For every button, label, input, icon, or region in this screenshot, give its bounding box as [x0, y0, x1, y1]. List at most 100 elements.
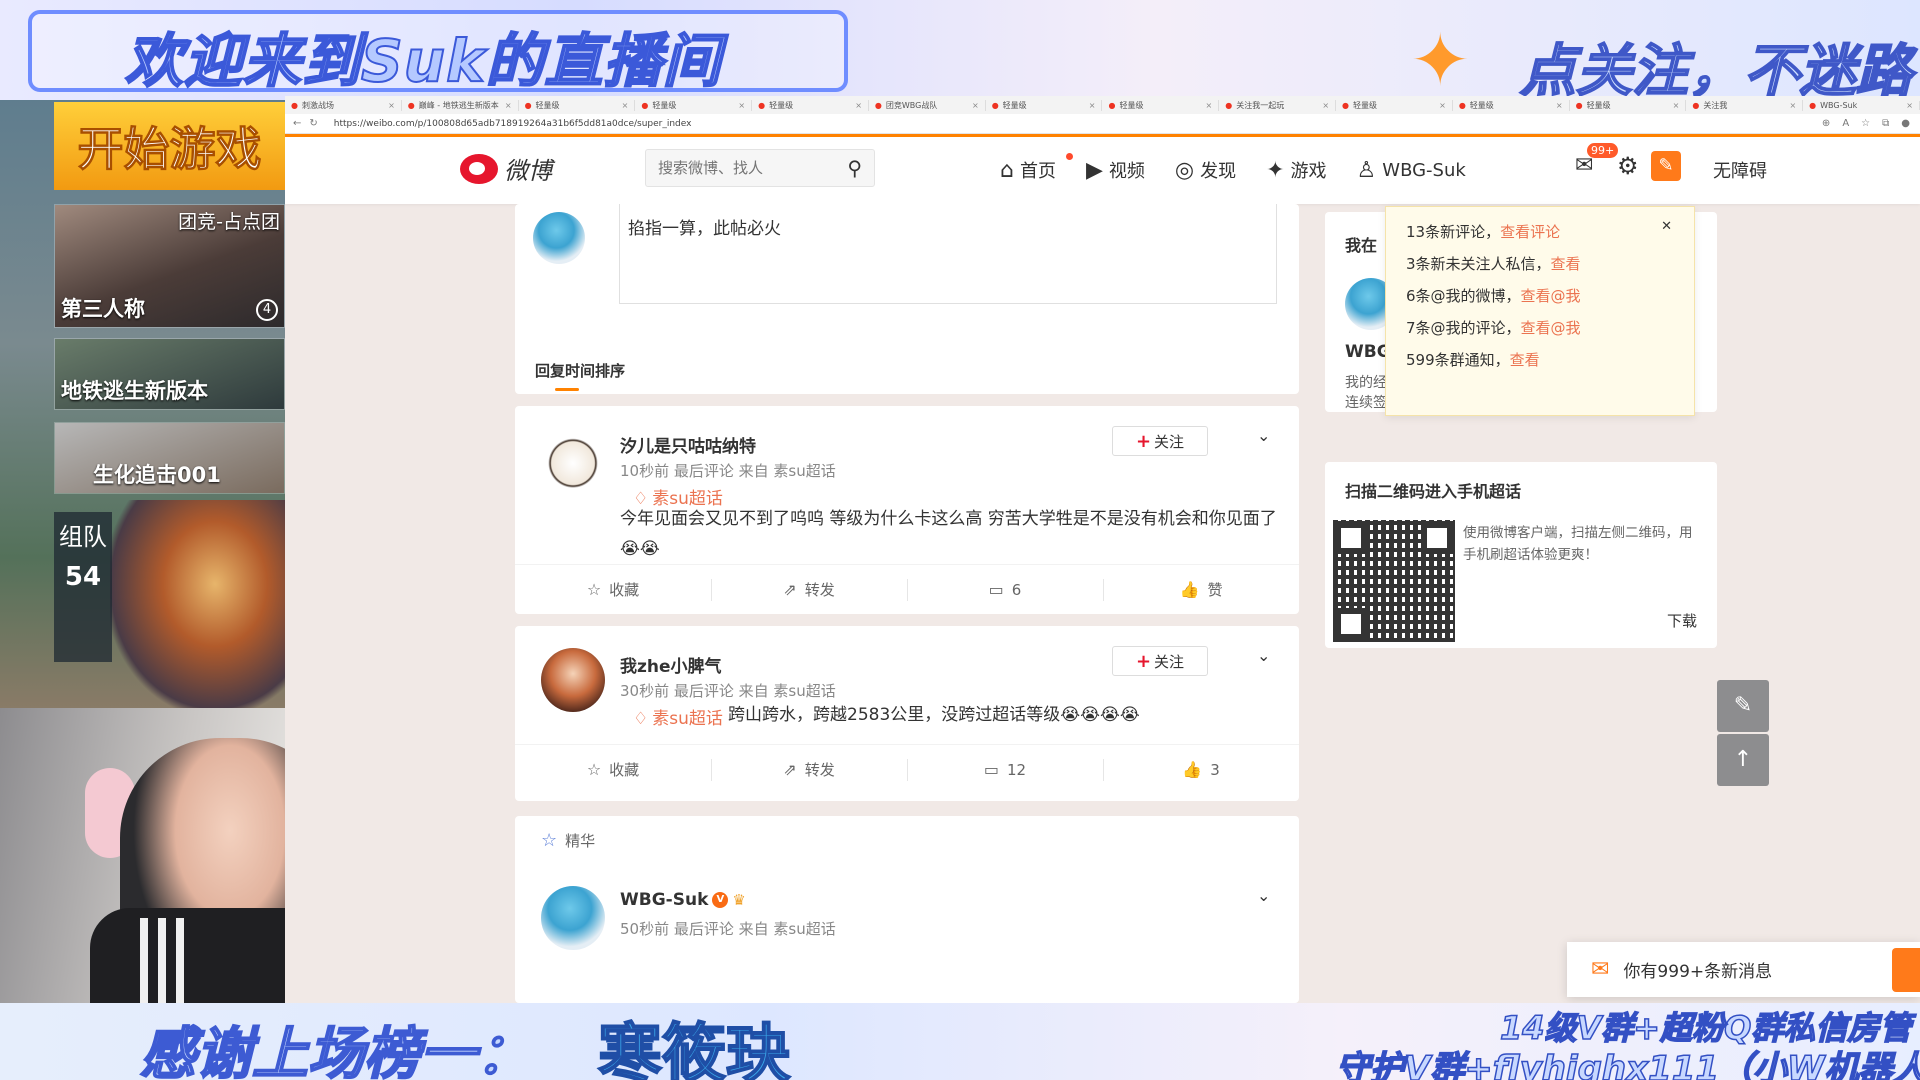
sort-by-reply-time[interactable]: 回复时间排序 [535, 360, 625, 381]
post-meta: 50秒前 最后评论 来自 素su超话 [620, 920, 836, 938]
avatar[interactable] [541, 428, 605, 492]
bookmark-icon[interactable]: ☆ [1861, 118, 1870, 129]
browser-tab[interactable]: ● 轻量级 × [1453, 99, 1570, 111]
mode-card-zombie[interactable]: 生化追击001 [54, 422, 285, 494]
follow-button[interactable]: + 关注 [1112, 426, 1208, 456]
nav-discover[interactable]: ◎ 发现 [1175, 157, 1236, 183]
chevron-down-icon[interactable]: ⌄ [1257, 646, 1270, 665]
favorite-button[interactable]: ☆ 收藏 [515, 565, 711, 614]
edit-float-button[interactable]: ✎ [1717, 680, 1769, 732]
profile-icon[interactable]: ● [1901, 118, 1910, 129]
nav-video[interactable]: ▶ 视频 [1086, 157, 1145, 183]
refresh-icon[interactable]: ↻ [309, 118, 317, 129]
browser-tab[interactable]: ● WBG-Suk × [1803, 100, 1920, 110]
browser-tab[interactable]: ● 刺激战场 × [285, 99, 402, 111]
chevron-down-icon[interactable]: ⌄ [1257, 426, 1270, 445]
browser-tab[interactable]: ● 轻量级 × [986, 99, 1103, 111]
thumb-up-icon: 👍 [1179, 580, 1200, 599]
close-icon[interactable]: × [1906, 101, 1913, 110]
start-game-button[interactable]: 开始游戏 [54, 102, 285, 190]
mode-card-third-person[interactable]: 团竞-占点团 第三人称 4 [54, 204, 285, 328]
notification-link[interactable]: 查看@我 [1521, 287, 1581, 305]
new-message-popup[interactable]: ✉ 你有999+条新消息 [1567, 942, 1920, 997]
browser-tab[interactable]: ● 轻量级 × [752, 99, 869, 111]
url-field[interactable]: https://weibo.com/p/100808d65adb71891926… [334, 119, 692, 129]
post-meta: 10秒前 最后评论 来自 素su超话 [620, 462, 836, 480]
close-icon[interactable]: × [1556, 101, 1563, 110]
close-icon[interactable]: × [972, 101, 979, 110]
browser-tab[interactable]: ● 轻量级 × [635, 99, 753, 111]
close-icon[interactable]: × [622, 101, 629, 110]
browser-tab[interactable]: ● 轻量级 × [1570, 99, 1687, 111]
search-icon[interactable]: ⚲ [847, 156, 862, 180]
nav-game[interactable]: ✦ 游戏 [1266, 157, 1326, 183]
close-icon[interactable]: × [1439, 101, 1446, 110]
close-icon[interactable]: × [1322, 101, 1329, 110]
close-icon[interactable]: × [1206, 101, 1213, 110]
comment-button[interactable]: ▭ 12 [907, 745, 1103, 794]
weibo-logo[interactable]: 微博 [460, 151, 552, 186]
gear-icon[interactable]: ⚙ [1617, 152, 1639, 180]
post-username[interactable]: 我zhe小脾气 [620, 652, 722, 677]
close-icon[interactable]: × [1789, 101, 1796, 110]
repost-button[interactable]: ⇗ 转发 [711, 565, 907, 614]
post-username[interactable]: 汐儿是只咕咕纳特 [620, 432, 756, 457]
notification-row: 599条群通知，查看 [1406, 351, 1540, 369]
like-button[interactable]: 👍 3 [1103, 745, 1299, 794]
browser-tab[interactable]: ● 关注我一起玩 × [1219, 99, 1337, 111]
search-input[interactable] [658, 159, 828, 177]
stream-top-banner: 欢迎来到Suk的直播间 ✦ 点关注，不迷路 [0, 0, 1920, 100]
collections-icon[interactable]: ⧉ [1882, 118, 1889, 129]
notification-link[interactable]: 查看 [1510, 351, 1540, 369]
accessibility-link[interactable]: 无障碍 [1713, 157, 1767, 183]
browser-tab[interactable]: ● 轻量级 × [1336, 99, 1453, 111]
browser-tab[interactable]: ● 团竞WBG战队 × [869, 99, 986, 111]
browser-tab[interactable]: ● 巅峰 - 地铁逃生新版本 × [402, 99, 519, 111]
game-icon: ✦ [1266, 157, 1285, 183]
close-icon[interactable]: × [505, 101, 512, 110]
browser-tab[interactable]: ● 关注我 × [1686, 99, 1804, 111]
team-button[interactable]: 组队 54 [54, 512, 112, 662]
post-username[interactable]: WBG-Suk V ♛ [620, 890, 746, 910]
new-message-text: 你有999+条新消息 [1623, 962, 1773, 982]
gem-icon: ♢ [633, 709, 649, 729]
favorite-button[interactable]: ☆ 收藏 [515, 745, 711, 794]
browser-tab[interactable]: ● 轻量级 × [519, 99, 636, 111]
close-icon[interactable]: ✕ [1661, 219, 1672, 234]
close-icon[interactable]: × [388, 101, 395, 110]
team-count: 54 [64, 562, 102, 592]
notification-row: 3条新未关注人私信，查看 [1406, 255, 1581, 273]
close-icon[interactable]: × [1673, 101, 1680, 110]
notification-link[interactable]: 查看评论 [1500, 223, 1560, 241]
stream-bottom-banner: 感谢上场榜一： 寒筱玦 14级V群+超粉Q群私信房管 守护V群+flyhighx… [0, 1003, 1920, 1080]
follow-button[interactable]: + 关注 [1112, 646, 1208, 676]
back-icon[interactable]: ← [293, 118, 301, 129]
comment-textarea[interactable]: 掐指一算，此帖必火 [619, 204, 1277, 304]
browser-tab[interactable]: ● 轻量级 × [1102, 99, 1220, 111]
card-username: WBG [1345, 342, 1391, 362]
back-to-top-button[interactable]: ↑ [1717, 734, 1769, 786]
like-button[interactable]: 👍 赞 [1103, 565, 1299, 614]
topic-tag[interactable]: ♢ 素su超话 [633, 704, 723, 729]
read-aloud-icon[interactable]: A [1842, 118, 1849, 129]
avatar[interactable] [541, 648, 605, 712]
notification-link[interactable]: 查看@我 [1521, 319, 1581, 337]
compose-icon[interactable]: ✎ [1651, 151, 1681, 181]
search-box[interactable]: ⚲ [645, 149, 875, 187]
avatar[interactable] [541, 886, 605, 950]
feed-post: 汐儿是只咕咕纳特 10秒前 最后评论 来自 素su超话 ♢ 素su超话 今年见面会… [515, 406, 1299, 614]
close-icon[interactable]: × [738, 101, 745, 110]
zoom-icon[interactable]: ⊕ [1822, 118, 1830, 129]
mode-card-metro[interactable]: 地铁逃生新版本 [54, 338, 285, 410]
nav-home[interactable]: ⌂ 首页 [1000, 153, 1073, 183]
star-outline-icon: ☆ [586, 760, 602, 779]
close-icon[interactable]: × [855, 101, 862, 110]
chat-tab[interactable] [1892, 948, 1920, 992]
notification-link[interactable]: 查看 [1551, 255, 1581, 273]
comment-button[interactable]: ▭ 6 [907, 565, 1103, 614]
chevron-down-icon[interactable]: ⌄ [1257, 886, 1270, 905]
repost-button[interactable]: ⇗ 转发 [711, 745, 907, 794]
close-icon[interactable]: × [1089, 101, 1096, 110]
nav-user[interactable]: ♙ WBG-Suk [1357, 158, 1466, 183]
download-link[interactable]: 下载 [1667, 610, 1697, 631]
